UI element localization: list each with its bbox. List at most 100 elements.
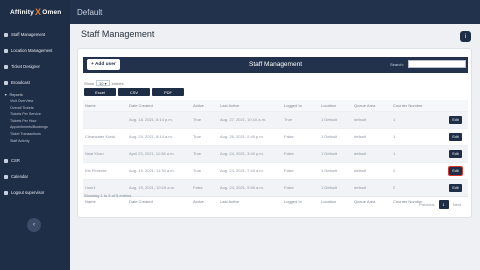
table-info: Showing 1 to 5 of 5 entries <box>84 193 132 198</box>
column-header-active[interactable]: Active <box>191 100 218 111</box>
edit-button[interactable]: Edit <box>447 165 464 176</box>
sidebar-reports-toggle[interactable]: ▼ Reports <box>0 91 70 98</box>
cell-location: 1 Default <box>319 110 352 128</box>
column-header-logged-in[interactable]: Logged In <box>282 100 319 111</box>
cell-actions: Edit <box>447 127 468 145</box>
edit-button[interactable]: Edit <box>449 115 462 124</box>
cell-counter-number: 1 <box>391 110 447 128</box>
sidebar-item-csr[interactable]: CSR <box>0 155 70 166</box>
cell-actions: Edit <box>447 161 468 179</box>
column-footer-location: Location <box>319 195 352 207</box>
sidebar-item-logout[interactable]: Logout supervisor <box>0 187 70 198</box>
table-row: Neal Khan April 23, 2021, 11:38 a.m. Tru… <box>83 144 468 162</box>
cell-location: 1 Default <box>319 144 352 162</box>
csr-icon <box>4 158 8 163</box>
table-row: Aug. 18, 2021, 8:14 p.m. True Aug. 27, 2… <box>83 110 468 128</box>
export-csv-button[interactable]: CSV <box>118 88 150 96</box>
entries-select-value: 10 <box>99 81 104 86</box>
location-icon <box>4 48 8 53</box>
export-excel-button[interactable]: Excel <box>84 88 116 96</box>
entries-select[interactable]: 10 ▾ <box>96 80 110 86</box>
staff-table: Name Date Created Active Last Active Log… <box>83 100 468 207</box>
column-header-actions <box>447 100 468 111</box>
table-row: Kie Pimente Aug. 19, 2021, 11:34 a.m. Tr… <box>83 161 468 179</box>
ticket-icon <box>4 64 8 69</box>
sidebar-subitem-visit-overview[interactable]: Visit OverView <box>0 98 70 105</box>
cell-logged-in: False <box>282 161 319 179</box>
cell-actions: Edit <box>447 110 468 128</box>
cell-queue-area: default <box>352 110 391 128</box>
cell-logged-in: False <box>282 127 319 145</box>
logout-icon <box>4 190 8 195</box>
cell-queue-area: default <box>352 127 391 145</box>
pagination-page-1[interactable]: 1 <box>438 200 449 209</box>
cell-date-created: Aug. 18, 2021, 8:14 p.m. <box>127 110 191 128</box>
sidebar-item-location-management[interactable]: Location Management <box>0 45 70 56</box>
cell-name: Kie Pimente <box>83 161 127 179</box>
cell-active: True <box>191 144 218 162</box>
sidebar-subitem-staff-activity[interactable]: Staff Activity <box>0 138 70 145</box>
cell-last-active: Aug. 24, 2021, 9:56 a.m. <box>218 178 282 196</box>
sidebar-subitem-tickets-per-hour[interactable]: Tickets Per Hour <box>0 118 70 125</box>
sidebar-item-staff-management[interactable]: Staff Management <box>0 29 70 40</box>
cell-active: True <box>191 110 218 128</box>
cell-name: Neal Khan <box>83 144 127 162</box>
cell-date-created: April 23, 2021, 11:38 a.m. <box>127 144 191 162</box>
cell-counter-number: 1 <box>391 127 447 145</box>
sidebar-item-label: CSR <box>11 158 20 164</box>
sidebar-subitem-tickets-per-service[interactable]: Tickets Per Service <box>0 111 70 118</box>
column-header-last-active[interactable]: Last Active <box>218 100 282 111</box>
export-pdf-button[interactable]: PDF <box>152 88 184 96</box>
sidebar-item-broadcast[interactable]: Broadcast <box>0 77 70 88</box>
brand-logo[interactable]: Affinity X Omen <box>0 0 70 24</box>
sidebar-subitem-overall-tickets[interactable]: Overall Tickets <box>0 105 70 112</box>
entries-label: entries <box>111 80 124 86</box>
pagination-next[interactable]: Next <box>449 200 465 209</box>
column-footer-active: Active <box>191 195 218 207</box>
cell-actions: Edit <box>447 144 468 162</box>
column-header-counter-number[interactable]: Counter Number <box>391 100 447 111</box>
sidebar-item-calendar[interactable]: Calendar <box>0 171 70 182</box>
column-header-queue-area[interactable]: Queue Area <box>352 100 391 111</box>
cell-name: Clearwater Kiosk <box>83 127 127 145</box>
column-header-name[interactable]: Name <box>83 100 127 111</box>
column-footer-last-active: Last Active <box>218 195 282 207</box>
sidebar-item-label: Reports <box>9 92 23 97</box>
cell-location: 1 Default <box>319 161 352 179</box>
table-header-bar: + Add user Staff Management Search: <box>83 57 468 73</box>
users-icon <box>4 32 8 37</box>
pagination-previous[interactable]: Previous <box>415 200 439 209</box>
sidebar-item-label: Logout supervisor <box>11 190 45 196</box>
cell-queue-area: default <box>352 161 391 179</box>
edit-button[interactable]: Edit <box>449 183 462 192</box>
column-header-date-created[interactable]: Date Created <box>127 100 191 111</box>
calendar-icon <box>4 174 8 179</box>
cell-location: 1 Default <box>319 127 352 145</box>
cell-active: True <box>191 127 218 145</box>
sidebar: Affinity X Omen Staff Management Locatio… <box>0 0 70 270</box>
cell-logged-in: False <box>282 144 319 162</box>
sidebar-item-ticket-designer[interactable]: Ticket Designer <box>0 61 70 72</box>
edit-button[interactable]: Edit <box>449 149 462 158</box>
info-icon[interactable]: i <box>460 31 471 42</box>
cell-logged-in: True <box>282 110 319 128</box>
staff-table-card: + Add user Staff Management Search: Show… <box>77 48 472 218</box>
cell-last-active: Aug. 26, 2021, 2:40 p.m. <box>218 127 282 145</box>
sidebar-subitem-ticket-transactions[interactable]: Ticket Transactions <box>0 131 70 138</box>
sidebar-collapse-button[interactable]: ‹ <box>27 218 41 232</box>
edit-button[interactable]: Edit <box>449 132 462 141</box>
cell-name <box>83 110 127 128</box>
table-row: Clearwater Kiosk Aug. 24, 2021, 8:14 a.m… <box>83 127 468 145</box>
sidebar-item-label: Calendar <box>11 174 28 180</box>
table-header-row: Name Date Created Active Last Active Log… <box>83 100 468 111</box>
cell-active: False <box>191 178 218 196</box>
sidebar-subitem-appointments[interactable]: Appointments/Bookings <box>0 124 70 131</box>
column-header-location[interactable]: Location <box>319 100 352 111</box>
table-footer-row: Name Date Created Active Last Active Log… <box>83 195 468 207</box>
broadcast-icon <box>4 80 8 85</box>
cell-logged-in: False <box>282 178 319 196</box>
logo-text-right: Omen <box>42 8 62 16</box>
search-input[interactable] <box>408 60 466 68</box>
cell-date-created: Aug. 19, 2021, 11:34 a.m. <box>127 161 191 179</box>
cell-queue-area: default <box>352 178 391 196</box>
